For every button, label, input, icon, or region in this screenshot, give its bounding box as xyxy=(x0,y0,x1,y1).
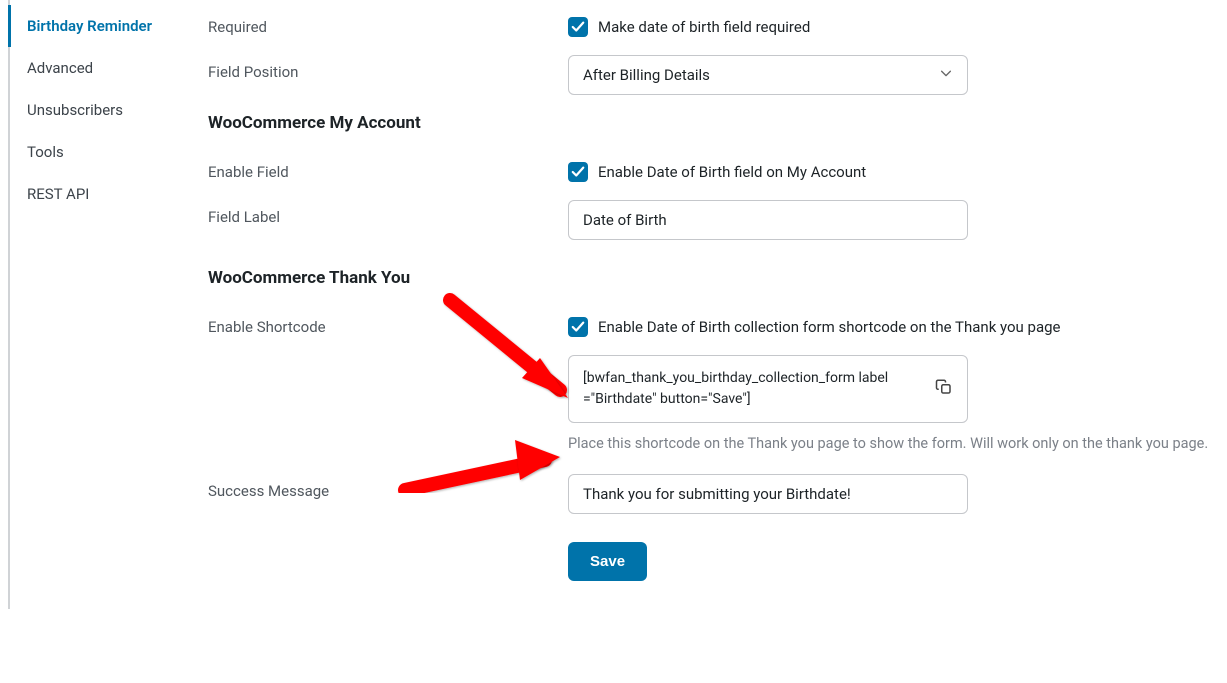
field-position-value: After Billing Details xyxy=(583,66,710,84)
required-label: Required xyxy=(208,10,568,36)
shortcode-hint: Place this shortcode on the Thank you pa… xyxy=(568,435,1208,452)
field-position-select[interactable]: After Billing Details xyxy=(568,55,968,95)
shortcode-text: [bwfan_thank_you_birthday_collection_for… xyxy=(583,368,927,410)
enable-shortcode-checkbox[interactable] xyxy=(568,317,588,337)
success-message-label: Success Message xyxy=(208,474,568,500)
enable-field-checkbox[interactable] xyxy=(568,162,588,182)
shortcode-box: [bwfan_thank_you_birthday_collection_for… xyxy=(568,355,968,423)
copy-icon[interactable] xyxy=(935,378,953,400)
enable-field-label: Enable Field xyxy=(208,155,568,181)
chevron-down-icon xyxy=(939,66,953,84)
enable-shortcode-label: Enable Shortcode xyxy=(208,310,568,336)
main-content: Required Make date of birth field requir… xyxy=(188,0,1227,609)
sidebar: Birthday Reminder Advanced Unsubscribers… xyxy=(8,0,188,609)
field-label-input[interactable] xyxy=(568,200,968,240)
sidebar-item-tools[interactable]: Tools xyxy=(8,131,188,173)
sidebar-item-unsubscribers[interactable]: Unsubscribers xyxy=(8,89,188,131)
section-thank-you: WooCommerce Thank You xyxy=(208,268,1217,288)
enable-field-text: Enable Date of Birth field on My Account xyxy=(598,163,866,181)
field-label-label: Field Label xyxy=(208,200,568,226)
save-button[interactable]: Save xyxy=(568,542,647,581)
field-position-label: Field Position xyxy=(208,55,568,81)
enable-shortcode-text: Enable Date of Birth collection form sho… xyxy=(598,318,1061,336)
required-text: Make date of birth field required xyxy=(598,18,810,36)
required-checkbox[interactable] xyxy=(568,17,588,37)
success-message-input[interactable] xyxy=(568,474,968,514)
sidebar-item-rest-api[interactable]: REST API xyxy=(8,173,188,215)
sidebar-item-advanced[interactable]: Advanced xyxy=(8,47,188,89)
sidebar-item-birthday-reminder[interactable]: Birthday Reminder xyxy=(8,5,188,47)
section-my-account: WooCommerce My Account xyxy=(208,113,1217,133)
